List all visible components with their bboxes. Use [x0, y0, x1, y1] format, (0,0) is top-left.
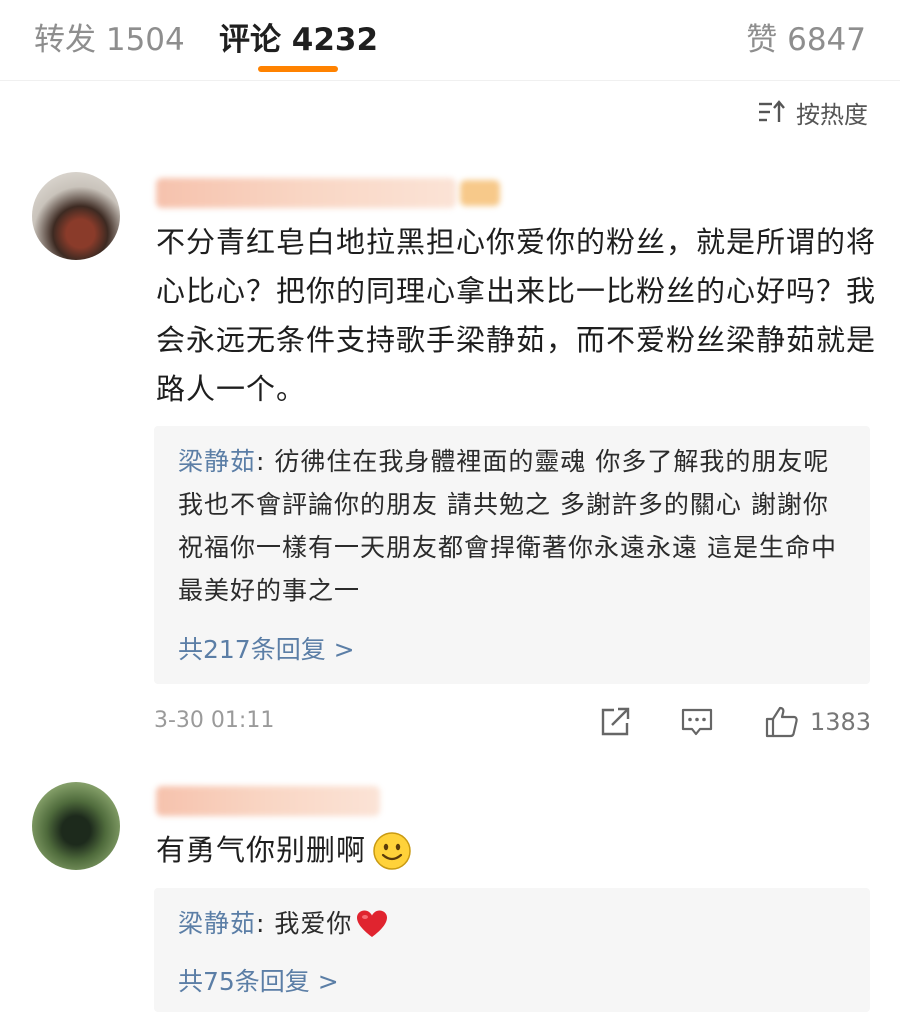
timestamp: 3-30 01:11	[154, 708, 275, 733]
share-icon	[601, 707, 630, 736]
reply-content: : 我爱你	[256, 909, 353, 938]
reply-text: 梁静茹: 彷彿住在我身體裡面的靈魂 你多了解我的朋友呢 我也不會評論你的朋友 請…	[178, 440, 850, 612]
comment-content: 有勇气你别删啊	[156, 833, 367, 867]
view-replies-link[interactable]: 共217条回复 >	[178, 630, 355, 666]
avatar[interactable]	[32, 172, 120, 260]
comment-tabs: 转发 1504 评论 4232 赞 6847	[0, 0, 900, 80]
comment-text: 有勇气你别删啊	[156, 826, 880, 875]
comment-meta: 3-30 01:11 1383	[154, 702, 871, 742]
comment-button[interactable]	[680, 702, 714, 742]
user-badge-blurred	[460, 180, 500, 206]
divider	[0, 80, 900, 81]
sort-icon	[759, 100, 785, 122]
like-button[interactable]: 1383	[764, 702, 871, 742]
avatar[interactable]	[32, 782, 120, 870]
tab-repost[interactable]: 转发 1504	[34, 14, 185, 59]
thumbs-up-icon	[765, 706, 798, 738]
reply-box[interactable]: 梁静茹: 我爱你 共75条回复 >	[154, 888, 870, 1012]
view-replies-link[interactable]: 共75条回复 >	[178, 962, 339, 998]
reply-author[interactable]: 梁静茹	[178, 902, 256, 945]
sort-label: 按热度	[796, 100, 868, 129]
reply-box[interactable]: 梁静茹: 彷彿住在我身體裡面的靈魂 你多了解我的朋友呢 我也不會評論你的朋友 請…	[154, 426, 870, 684]
tab-comments[interactable]: 评论 4232	[219, 14, 378, 59]
username-blurred[interactable]	[156, 178, 456, 208]
sort-by-hot-button[interactable]: 按热度	[758, 96, 868, 129]
active-tab-indicator	[258, 66, 338, 72]
username-blurred[interactable]	[156, 786, 380, 816]
reply-content: : 彷彿住在我身體裡面的靈魂 你多了解我的朋友呢 我也不會評論你的朋友 請共勉之…	[178, 447, 837, 605]
comment-text: 不分青红皂白地拉黑担心你爱你的粉丝，就是所谓的将心比心？把你的同理心拿出来比一比…	[156, 225, 877, 406]
like-count: 1383	[810, 708, 872, 736]
reply-author[interactable]: 梁静茹	[178, 447, 256, 476]
heart-emoji-icon	[357, 910, 388, 937]
smile-emoji-icon	[373, 831, 411, 870]
comment-icon	[681, 708, 713, 736]
share-button[interactable]	[598, 702, 632, 742]
reply-text: 梁静茹: 我爱你	[178, 902, 850, 945]
tab-likes[interactable]: 赞 6847	[746, 14, 866, 59]
